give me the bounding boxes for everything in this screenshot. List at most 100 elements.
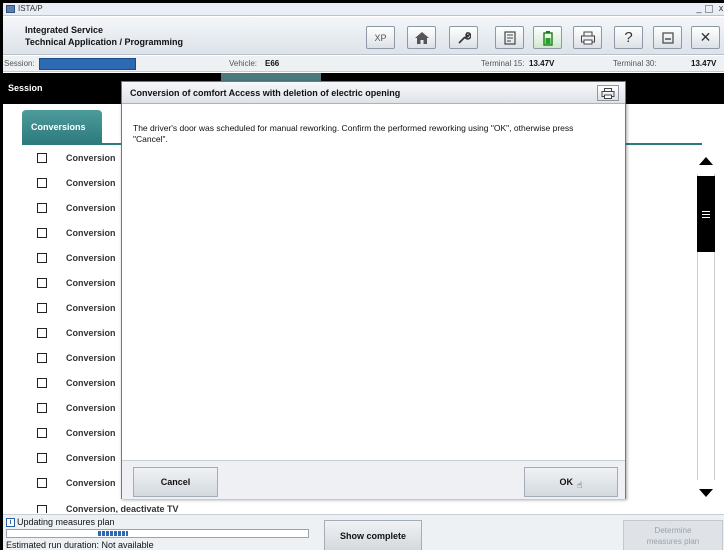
confirm-dialog: Conversion of comfort Access with deleti… <box>121 81 626 499</box>
list-item[interactable]: Conversion <box>26 421 120 445</box>
app-icon <box>6 5 15 13</box>
conversion-list: Conversion Conversion Conversion Conversion… <box>26 146 120 506</box>
hand-cursor-icon: ☝ <box>577 479 583 490</box>
list-item-label: Conversion <box>66 478 116 488</box>
list-item-checkbox[interactable] <box>37 453 47 463</box>
list-item[interactable]: Conversion <box>26 171 120 195</box>
list-item[interactable]: Conversion <box>26 246 120 270</box>
brand-line-2: Technical Application / Programming <box>25 37 184 47</box>
scroll-down-button[interactable] <box>694 482 718 504</box>
list-item-label: Conversion <box>66 403 116 413</box>
exit-button[interactable]: ✕ <box>691 26 720 49</box>
list-item-label: Conversion <box>66 203 116 213</box>
progress-bar <box>6 529 309 538</box>
window-title: ISTA/P <box>18 4 43 13</box>
list-item-label: Conversion <box>66 278 116 288</box>
dialog-title: Conversion of comfort Access with deleti… <box>130 88 401 98</box>
terminal30-label: Terminal 30: <box>613 59 657 68</box>
ista-window: ISTA/P _ x Integrated Service Technical … <box>0 0 724 550</box>
tab-conversions-label: Conversions <box>31 122 86 132</box>
run-duration: Estimated run duration: Not available <box>6 540 154 550</box>
tab-conversions[interactable]: Conversions <box>22 110 102 143</box>
list-item-checkbox[interactable] <box>37 278 47 288</box>
dialog-print-button[interactable] <box>597 85 619 101</box>
brand-line-1: Integrated Service <box>25 25 104 35</box>
list-item-checkbox[interactable] <box>37 353 47 363</box>
arrow-up-icon <box>699 157 713 165</box>
list-item[interactable]: Conversion <box>26 471 120 495</box>
list-item-label: Conversion <box>66 178 116 188</box>
list-item-checkbox[interactable] <box>37 428 47 438</box>
list-item-label: Conversion <box>66 228 116 238</box>
window-maximize-button[interactable] <box>705 5 713 13</box>
scroll-up-button[interactable] <box>694 150 718 172</box>
nav-tab-stub[interactable] <box>221 73 321 81</box>
tools-button[interactable] <box>449 26 478 49</box>
list-item-checkbox[interactable] <box>37 203 47 213</box>
help-button[interactable]: ? <box>614 26 643 49</box>
list-item-label: Conversion <box>66 378 116 388</box>
show-complete-button[interactable]: Show complete <box>324 520 422 550</box>
list-item-checkbox[interactable] <box>37 228 47 238</box>
app-header: Integrated Service Technical Application… <box>3 17 724 55</box>
dialog-message: The driver's door was scheduled for manu… <box>133 123 574 144</box>
list-scrollbar[interactable] <box>694 150 718 500</box>
list-item[interactable]: Conversion <box>26 146 120 170</box>
info-bar: Session: Vehicle: E66 Terminal 15: 13.47… <box>3 56 724 72</box>
progress-fill <box>98 531 128 536</box>
list-item[interactable]: Conversion <box>26 446 120 470</box>
print-button[interactable] <box>573 26 602 49</box>
vehicle-value: E66 <box>265 59 280 68</box>
dialog-titlebar: Conversion of comfort Access with deleti… <box>122 82 625 104</box>
list-item-checkbox[interactable] <box>37 253 47 263</box>
list-item-checkbox[interactable] <box>37 303 47 313</box>
battery-icon <box>542 30 553 46</box>
vehicle-info-button[interactable] <box>495 26 524 49</box>
home-button[interactable] <box>407 26 436 49</box>
ok-button[interactable]: OK ☝ <box>524 467 618 497</box>
arrow-down-icon <box>699 489 713 497</box>
window-minimize-button[interactable]: _ <box>694 4 704 14</box>
list-item-checkbox[interactable] <box>37 178 47 188</box>
list-item-label: Conversion <box>66 353 116 363</box>
xp-button[interactable]: XP <box>366 26 395 49</box>
list-item[interactable]: Conversion <box>26 296 120 320</box>
session-label: Session: <box>4 59 35 68</box>
vehicle-info-icon <box>503 30 516 45</box>
cancel-label: Cancel <box>160 477 191 487</box>
list-item-checkbox[interactable] <box>37 378 47 388</box>
determine-measures-plan-button[interactable]: Determine measures plan <box>623 520 723 550</box>
printer-icon <box>580 31 595 44</box>
list-item[interactable]: Conversion, deactivate TV <box>26 501 326 513</box>
list-item[interactable]: Conversion <box>26 371 120 395</box>
home-icon <box>414 31 429 44</box>
list-item-checkbox[interactable] <box>37 505 47 513</box>
determine-label-line1: Determine <box>654 526 692 535</box>
printer-icon <box>601 87 615 99</box>
cancel-button[interactable]: Cancel <box>133 467 218 497</box>
list-item-checkbox[interactable] <box>37 478 47 488</box>
list-item-label: Conversion <box>66 328 116 338</box>
status-text: Updating measures plan <box>17 517 115 527</box>
scroll-thumb[interactable] <box>697 176 715 252</box>
minimize-app-button[interactable] <box>653 26 682 49</box>
help-icon: ? <box>624 29 633 46</box>
list-item[interactable]: Conversion <box>26 271 120 295</box>
list-item-checkbox[interactable] <box>37 153 47 163</box>
dialog-footer: Cancel OK ☝ <box>122 460 625 499</box>
list-item[interactable]: Conversion <box>26 321 120 345</box>
nav-session-label[interactable]: Session <box>8 83 43 93</box>
window-titlebar[interactable]: ISTA/P _ x <box>3 3 724 16</box>
list-item[interactable]: Conversion <box>26 196 120 220</box>
info-icon: i <box>6 518 15 527</box>
list-item[interactable]: Conversion <box>26 221 120 245</box>
list-item[interactable]: Conversion <box>26 396 120 420</box>
list-item-checkbox[interactable] <box>37 403 47 413</box>
vehicle-label: Vehicle: <box>229 59 258 68</box>
list-item-checkbox[interactable] <box>37 328 47 338</box>
battery-button[interactable] <box>533 26 562 49</box>
window-close-button[interactable]: x <box>716 4 724 14</box>
determine-label-line2: measures plan <box>646 537 700 546</box>
list-item[interactable]: Conversion <box>26 346 120 370</box>
list-item-label: Conversion <box>66 303 116 313</box>
